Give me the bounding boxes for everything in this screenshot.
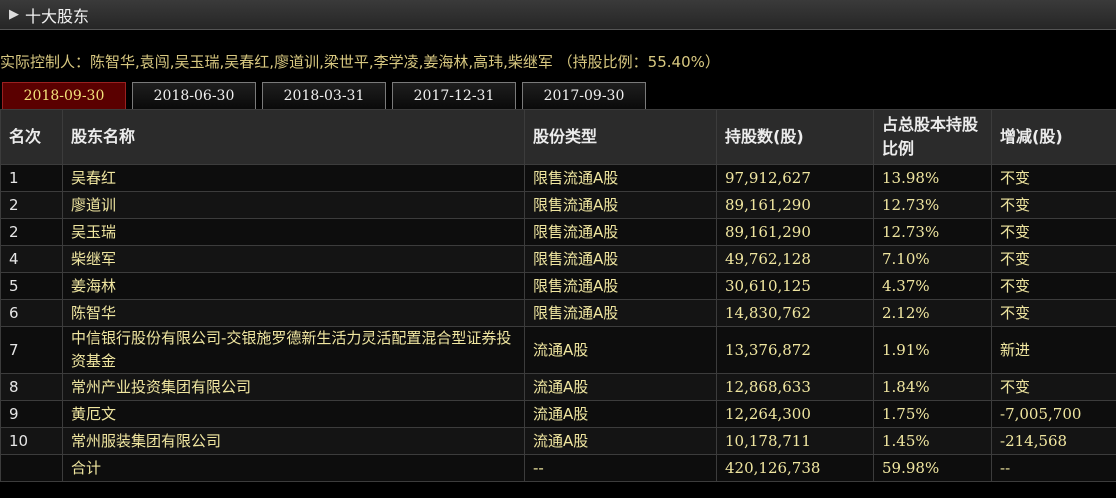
table-row: 7 中信银行股份有限公司-交银施罗德新生活力灵活配置混合型证券投资基金 流通A股… (0, 326, 1116, 374)
rank-cell (0, 454, 63, 482)
ratio-cell: 4.37% (873, 272, 992, 300)
tab-2018-03-31[interactable]: 2018-03-31 (262, 82, 386, 109)
shares-cell: 49,762,128 (716, 245, 874, 273)
rank-cell: 2 (0, 218, 63, 246)
table-row: 10 常州服装集团有限公司 流通A股 10,178,711 1.45% -214… (0, 427, 1116, 455)
header-ratio: 占总股本持股比例 (873, 109, 992, 165)
rank-cell: 8 (0, 373, 63, 401)
shares-cell: 13,376,872 (716, 326, 874, 374)
holder-name-cell: 常州产业投资集团有限公司 (62, 373, 525, 401)
shares-cell: 89,161,290 (716, 218, 874, 246)
panel-header: ▶ 十大股东 (0, 0, 1116, 30)
holder-name-cell: 柴继军 (62, 245, 525, 273)
tab-2018-06-30[interactable]: 2018-06-30 (132, 82, 256, 109)
share-type-cell: 流通A股 (524, 400, 717, 428)
share-type-cell: 限售流通A股 (524, 218, 717, 246)
change-cell: 不变 (991, 373, 1116, 401)
ratio-cell: 13.98% (873, 164, 992, 192)
total-ratio-cell: 59.98% (873, 454, 992, 482)
change-cell: -214,568 (991, 427, 1116, 455)
rank-cell: 1 (0, 164, 63, 192)
share-type-cell: 限售流通A股 (524, 164, 717, 192)
holder-name-cell: 姜海林 (62, 272, 525, 300)
expand-triangle-icon[interactable]: ▶ (9, 7, 25, 22)
date-tabs: 2018-09-30 2018-06-30 2018-03-31 2017-12… (2, 82, 652, 109)
header-change: 增减(股) (991, 109, 1116, 165)
table-row: 8 常州产业投资集团有限公司 流通A股 12,868,633 1.84% 不变 (0, 373, 1116, 401)
table-row: 6 陈智华 限售流通A股 14,830,762 2.12% 不变 (0, 299, 1116, 327)
rank-cell: 5 (0, 272, 63, 300)
share-type-cell: 流通A股 (524, 373, 717, 401)
change-cell: 不变 (991, 218, 1116, 246)
header-shares: 持股数(股) (716, 109, 874, 165)
table-row: 2 吴玉瑞 限售流通A股 89,161,290 12.73% 不变 (0, 218, 1116, 246)
rank-cell: 10 (0, 427, 63, 455)
change-cell: 不变 (991, 164, 1116, 192)
holder-name-cell: 吴玉瑞 (62, 218, 525, 246)
shares-cell: 89,161,290 (716, 191, 874, 219)
change-cell: 不变 (991, 272, 1116, 300)
total-label-cell: 合计 (62, 454, 525, 482)
header-holder-name: 股东名称 (62, 109, 525, 165)
table-row: 2 廖道训 限售流通A股 89,161,290 12.73% 不变 (0, 191, 1116, 219)
header-share-type: 股份类型 (524, 109, 717, 165)
holder-name-cell: 廖道训 (62, 191, 525, 219)
share-type-cell: -- (524, 454, 717, 482)
share-type-cell: 限售流通A股 (524, 272, 717, 300)
change-cell: 不变 (991, 245, 1116, 273)
table-header-row: 名次 股东名称 股份类型 持股数(股) 占总股本持股比例 增减(股) (0, 109, 1116, 165)
ratio-cell: 1.91% (873, 326, 992, 374)
ratio-cell: 1.45% (873, 427, 992, 455)
ratio-cell: 1.84% (873, 373, 992, 401)
tab-2017-12-31[interactable]: 2017-12-31 (392, 82, 516, 109)
shares-cell: 10,178,711 (716, 427, 874, 455)
header-rank: 名次 (0, 109, 63, 165)
total-shares-cell: 420,126,738 (716, 454, 874, 482)
change-cell: -- (991, 454, 1116, 482)
table-row: 9 黄厄文 流通A股 12,264,300 1.75% -7,005,700 (0, 400, 1116, 428)
actual-controller-text: 实际控制人：陈智华,袁闯,吴玉瑞,吴春红,廖道训,梁世平,李学凌,姜海林,高玮,… (0, 53, 720, 71)
ratio-cell: 7.10% (873, 245, 992, 273)
change-cell: 新进 (991, 326, 1116, 374)
ratio-cell: 1.75% (873, 400, 992, 428)
rank-cell: 6 (0, 299, 63, 327)
share-type-cell: 流通A股 (524, 427, 717, 455)
shares-cell: 14,830,762 (716, 299, 874, 327)
ratio-cell: 2.12% (873, 299, 992, 327)
holder-name-cell: 陈智华 (62, 299, 525, 327)
rank-cell: 4 (0, 245, 63, 273)
tab-2017-09-30[interactable]: 2017-09-30 (522, 82, 646, 109)
tab-2018-09-30[interactable]: 2018-09-30 (2, 82, 126, 109)
panel-title: 十大股东 (25, 6, 90, 26)
rank-cell: 7 (0, 326, 63, 374)
change-cell: 不变 (991, 191, 1116, 219)
holder-name-cell: 常州服装集团有限公司 (62, 427, 525, 455)
share-type-cell: 流通A股 (524, 326, 717, 374)
ratio-cell: 12.73% (873, 218, 992, 246)
holder-name-cell: 黄厄文 (62, 400, 525, 428)
change-cell: 不变 (991, 299, 1116, 327)
top-shareholders-table: 名次 股东名称 股份类型 持股数(股) 占总股本持股比例 增减(股) 1 吴春红… (0, 109, 1116, 482)
rank-cell: 2 (0, 191, 63, 219)
shares-cell: 30,610,125 (716, 272, 874, 300)
shares-cell: 97,912,627 (716, 164, 874, 192)
table-row: 1 吴春红 限售流通A股 97,912,627 13.98% 不变 (0, 164, 1116, 192)
ratio-cell: 12.73% (873, 191, 992, 219)
table-row: 5 姜海林 限售流通A股 30,610,125 4.37% 不变 (0, 272, 1116, 300)
share-type-cell: 限售流通A股 (524, 245, 717, 273)
holder-name-cell: 中信银行股份有限公司-交银施罗德新生活力灵活配置混合型证券投资基金 (62, 326, 525, 374)
rank-cell: 9 (0, 400, 63, 428)
holder-name-cell: 吴春红 (62, 164, 525, 192)
table-total-row: 合计 -- 420,126,738 59.98% -- (0, 454, 1116, 482)
change-cell: -7,005,700 (991, 400, 1116, 428)
shares-cell: 12,264,300 (716, 400, 874, 428)
shares-cell: 12,868,633 (716, 373, 874, 401)
table-row: 4 柴继军 限售流通A股 49,762,128 7.10% 不变 (0, 245, 1116, 273)
share-type-cell: 限售流通A股 (524, 191, 717, 219)
share-type-cell: 限售流通A股 (524, 299, 717, 327)
